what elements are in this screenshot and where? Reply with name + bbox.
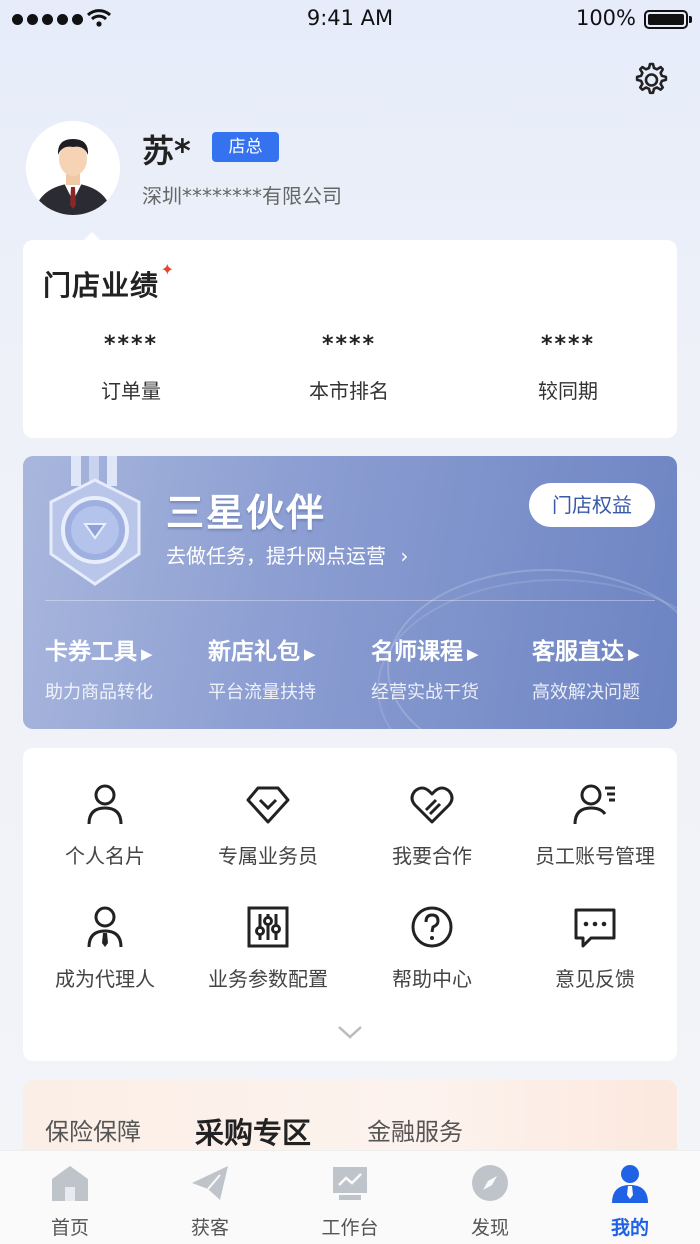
avatar-person-icon xyxy=(26,121,120,215)
performance-title-text: 门店业绩 xyxy=(43,269,160,302)
sparkle-icon: ✦ xyxy=(160,260,176,279)
workbench-icon xyxy=(333,1167,367,1200)
battery-percent: 100% xyxy=(575,6,636,30)
tab-insurance[interactable]: 保险保障 xyxy=(45,1112,141,1147)
handshake-heart-icon xyxy=(410,786,454,824)
perk-customer-service[interactable]: 客服直达 ▶ 高效解决问题 xyxy=(532,632,677,704)
store-rights-button[interactable]: 门店权益 xyxy=(529,483,655,527)
nav-mine[interactable]: 我的 xyxy=(580,1163,680,1240)
help-icon xyxy=(411,906,453,948)
nav-label: 工作台 xyxy=(321,1217,379,1239)
tool-label: 个人名片 xyxy=(65,844,145,868)
triangle-right-icon: ▶ xyxy=(628,645,640,663)
perk-desc: 高效解决问题 xyxy=(532,682,640,703)
tool-cooperate[interactable]: 我要合作 xyxy=(350,780,514,880)
perk-new-store-gift[interactable]: 新店礼包 ▶ 平台流量扶持 xyxy=(208,632,358,704)
diamond-icon xyxy=(246,786,290,824)
avatar[interactable] xyxy=(26,121,120,215)
tools-grid: 个人名片 专属业务员 我要合作 员工账号管理 成为代理人 业务参数配置 帮助中心… xyxy=(23,748,677,1061)
stat-label: 本市排名 xyxy=(309,379,389,403)
stat-value: **** xyxy=(103,332,159,357)
tool-staff-accounts[interactable]: 员工账号管理 xyxy=(513,780,677,880)
settings-gear-icon[interactable] xyxy=(630,60,670,100)
role-badge: 店总 xyxy=(212,132,279,162)
tool-label: 业务参数配置 xyxy=(208,967,328,991)
stat-label: 较同期 xyxy=(538,379,598,403)
stat-label: 订单量 xyxy=(101,379,161,403)
stat-value: **** xyxy=(540,332,596,357)
nav-label: 获客 xyxy=(190,1217,229,1239)
store-performance-card: 门店业绩 ✦ **** 订单量 **** 本市排名 **** 较同期 xyxy=(21,232,678,438)
perk-courses[interactable]: 名师课程 ▶ 经营实战干货 xyxy=(371,632,521,704)
send-icon xyxy=(192,1166,228,1200)
performance-title: 门店业绩 ✦ xyxy=(43,260,174,304)
partner-task-text: 去做任务，提升网点运营 xyxy=(166,544,386,568)
nav-discover[interactable]: 发现 xyxy=(440,1163,540,1240)
nav-label: 发现 xyxy=(470,1217,509,1239)
profile-icon xyxy=(612,1165,648,1203)
perk-title: 新店礼包 xyxy=(208,639,300,665)
home-icon xyxy=(52,1166,88,1201)
agent-tie-icon xyxy=(87,906,123,948)
tab-procurement[interactable]: 采购专区 xyxy=(195,1110,311,1152)
perk-desc: 经营实战干货 xyxy=(371,682,479,703)
triangle-right-icon: ▶ xyxy=(467,645,479,663)
perk-desc: 平台流量扶持 xyxy=(208,682,316,703)
feedback-icon xyxy=(574,908,616,948)
company-name: 深圳********有限公司 xyxy=(142,184,342,208)
user-name: 苏* xyxy=(142,132,191,170)
tool-become-agent[interactable]: 成为代理人 xyxy=(23,903,187,1003)
person-icon xyxy=(87,784,123,825)
nav-home[interactable]: 首页 xyxy=(20,1163,120,1240)
tool-personal-card[interactable]: 个人名片 xyxy=(23,780,187,880)
perk-title: 卡券工具 xyxy=(45,639,137,665)
nav-workbench[interactable]: 工作台 xyxy=(300,1163,400,1240)
nav-label: 首页 xyxy=(50,1217,89,1239)
tool-label: 帮助中心 xyxy=(392,967,472,991)
tool-label: 我要合作 xyxy=(392,844,472,868)
nav-label: 我的 xyxy=(610,1217,649,1239)
partner-task-link[interactable]: 去做任务，提升网点运营 › xyxy=(166,540,408,569)
perk-title: 名师课程 xyxy=(371,639,463,665)
bottom-nav: 首页 获客 工作台 发现 我的 xyxy=(0,1150,700,1244)
tool-feedback[interactable]: 意见反馈 xyxy=(513,903,677,1003)
stat-value: **** xyxy=(321,332,377,357)
sliders-icon xyxy=(247,906,289,948)
status-bar: 9:41 AM 100% xyxy=(0,0,700,40)
compass-icon xyxy=(472,1165,508,1201)
stat-yoy[interactable]: **** 较同期 xyxy=(458,332,678,404)
card-pointer xyxy=(83,232,101,241)
partner-banner[interactable]: 三星伙伴 去做任务，提升网点运营 › 门店权益 卡券工具 ▶ 助力商品转化 新店礼… xyxy=(23,456,677,729)
nav-acquire[interactable]: 获客 xyxy=(160,1163,260,1240)
tool-help-center[interactable]: 帮助中心 xyxy=(350,903,514,1003)
stat-city-rank[interactable]: **** 本市排名 xyxy=(239,332,459,404)
tool-label: 专属业务员 xyxy=(218,844,318,868)
staff-list-icon xyxy=(573,784,615,825)
stat-orders[interactable]: **** 订单量 xyxy=(21,332,241,404)
tab-finance[interactable]: 金融服务 xyxy=(367,1112,463,1147)
divider xyxy=(45,600,655,601)
chevron-down-icon[interactable] xyxy=(337,1024,363,1040)
tool-label: 员工账号管理 xyxy=(535,844,655,868)
tool-business-params[interactable]: 业务参数配置 xyxy=(186,903,350,1003)
triangle-right-icon: ▶ xyxy=(304,645,316,663)
chevron-right-icon: › xyxy=(400,544,409,568)
perk-title: 客服直达 xyxy=(532,639,624,665)
tool-label: 成为代理人 xyxy=(55,967,155,991)
battery-icon xyxy=(644,10,692,29)
tool-label: 意见反馈 xyxy=(555,967,635,991)
partner-level-title: 三星伙伴 xyxy=(166,491,327,535)
perk-coupon-tools[interactable]: 卡券工具 ▶ 助力商品转化 xyxy=(45,632,195,704)
tool-dedicated-agent[interactable]: 专属业务员 xyxy=(186,780,350,880)
medal-icon xyxy=(49,456,141,586)
triangle-right-icon: ▶ xyxy=(141,645,153,663)
perk-desc: 助力商品转化 xyxy=(45,682,153,703)
